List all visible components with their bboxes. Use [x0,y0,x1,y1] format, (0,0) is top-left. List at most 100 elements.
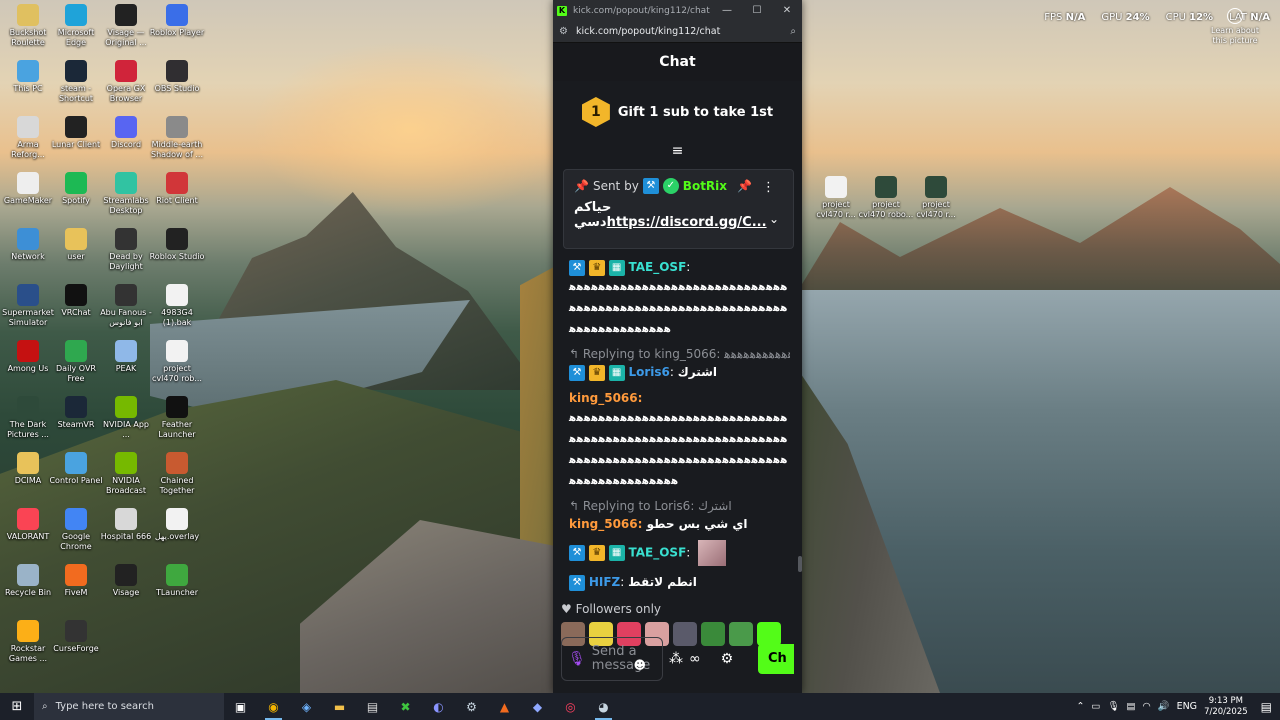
reply-context[interactable]: ↰ Replying to Loris6: اشترك [569,498,790,514]
pinned-message[interactable]: 📌 Sent by ⚒ ✓ BotRix 📌 ⋮ ⌄ حياكم دسيhttp… [563,169,794,249]
desktop-icon[interactable]: Hospital 666 [98,508,154,542]
desktop-icon[interactable]: Microsoft Edge [48,4,104,48]
desktop-icon[interactable]: Roblox Player [149,4,205,38]
chat-message[interactable]: king_5066: ﻫﻫﻫﻫﻫﻫﻫﻫﻫﻫﻫﻫﻫﻫﻫﻫﻫﻫﻫﻫﻫﻫﻫﻫﻫﻫﻫﻫﻫ… [569,388,790,492]
chat-message[interactable]: ⚒ ♛ ▦ TAE_OSF: ﻫﻫﻫﻫﻫﻫﻫﻫﻫﻫﻫﻫﻫﻫﻫﻫﻫﻫﻫﻫﻫﻫﻫﻫﻫ… [569,257,790,340]
chrome-taskbar-icon[interactable]: ◉ [257,693,290,720]
microphone-icon[interactable]: 🎙 [568,652,586,666]
desktop-icon[interactable]: Riot Client [149,172,205,206]
chat-message[interactable]: ↰ Replying to Loris6: اشترك king_5066: ا… [569,498,790,534]
chat-input[interactable]: 🎙 Send a message ☻ [561,637,663,681]
settings-gear-icon[interactable]: ⚙ [721,651,734,667]
minimize-button[interactable]: — [712,5,742,16]
emoji-icon[interactable]: ☻ [633,658,646,672]
wifi-tray-icon[interactable]: ◠ [1142,701,1150,712]
steam-taskbar-icon[interactable]: ⚙ [455,693,488,720]
tray-overflow-icon[interactable]: ⌃ [1076,701,1084,712]
store-taskbar-icon[interactable]: ▤ [356,693,389,720]
desktop-icon[interactable]: Roblox Studio [149,228,205,262]
gift-sub-banner[interactable]: 1 Gift 1 sub to take 1st [553,81,802,143]
maximize-button[interactable]: ☐ [742,5,772,16]
desktop-icon[interactable]: Lunar Client [48,116,104,150]
volume-tray-icon[interactable]: 🔊 [1158,701,1170,712]
task-view-icon[interactable]: ▣ [224,693,257,720]
site-settings-icon[interactable]: ⚙ [559,26,568,37]
desktop-icon[interactable]: Discord [98,116,154,150]
chat-username[interactable]: king_5066 [569,391,638,405]
desktop-icon[interactable]: Google Chrome [48,508,104,552]
chat-username[interactable]: king_5066 [569,517,638,531]
desktop-icon[interactable]: NVIDIA App ... [98,396,154,440]
desktop-icon[interactable]: Streamlabs Desktop [98,172,154,216]
app-taskbar-icon[interactable]: ◆ [521,693,554,720]
desktop-icon[interactable]: CurseForge [48,620,104,654]
subscriber-badge-icon: ▦ [608,259,625,276]
desktop-icon[interactable]: Middle-earth Shadow of ... [149,116,205,160]
desktop-icon[interactable]: SteamVR [48,396,104,430]
desktop-icon[interactable]: يهل.overlay [149,508,205,542]
windows-start-icon[interactable]: ⊞ [0,699,34,714]
desktop-icon[interactable]: FiveM [48,564,104,598]
unpin-icon[interactable]: 📌 [737,179,752,193]
chat-message[interactable]: ⚒ HIFZ: انطم لاتقط [569,572,790,592]
desktop-icon[interactable]: project cvl470 rob... [149,340,205,384]
notifications-icon[interactable]: ▤ [1261,700,1272,714]
url-text[interactable]: kick.com/popout/king112/chat [576,26,790,37]
desktop-icon[interactable]: Daily OVR Free [48,340,104,384]
expand-chevron-icon[interactable]: ⌄ [769,212,779,226]
desktop-icon[interactable]: Visage [98,564,154,598]
desktop-icon[interactable]: steam - Shortcut [48,60,104,104]
chat-scrollbar[interactable] [798,556,802,572]
infinity-icon[interactable]: ∞ [689,651,701,667]
desktop-icon[interactable]: NVIDIA Broadcast [98,452,154,496]
discord-link[interactable]: https://discord.gg/C... [607,215,767,230]
desktop-icon[interactable]: Control Panel [48,452,104,486]
microphone-tray-icon[interactable]: 🎙 [1107,701,1119,712]
fivem-taskbar-icon[interactable]: ▲ [488,693,521,720]
desktop-icon[interactable]: 4983G4 (1).bak [149,284,205,328]
network-tray-icon[interactable]: ▤ [1126,701,1135,712]
taskbar-search[interactable]: ⌕ Type here to search [34,693,224,720]
desktop-icon[interactable]: Dead by Daylight [98,228,154,272]
kicks-icon[interactable]: ⁂ [669,651,683,667]
desktop-icon[interactable]: OBS Studio [149,60,205,94]
xbox-taskbar-icon[interactable]: ✖ [389,693,422,720]
taskbar-clock[interactable]: 9:13 PM 7/20/2025 [1204,696,1248,718]
discord-taskbar-icon[interactable]: ◐ [422,693,455,720]
window-titlebar[interactable]: K kick.com/popout/king112/chat - Goo... … [553,0,802,21]
chat-message[interactable]: ⚒ ♛ ▦ TAE_OSF: [569,540,790,566]
zoom-icon[interactable]: ⌕ [790,26,796,37]
address-bar[interactable]: ⚙ kick.com/popout/king112/chat ⌕ [553,21,802,43]
desktop-icon[interactable]: project cvl470 r... [808,176,864,220]
desktop-icon[interactable]: project cvl470 r... [908,176,964,220]
desktop-icon[interactable]: Feather Launcher [149,396,205,440]
close-button[interactable]: ✕ [772,5,802,16]
desktop-icon[interactable]: Visage — Original ... [98,4,154,48]
desktop-icon[interactable]: Chained Together [149,452,205,496]
chat-message[interactable]: ↰ Replying to king_5066: ﻫﻫﻫﻫﻫﻫﻫﻫﻫﻫﻫ... … [569,346,790,382]
more-options-icon[interactable]: ⋮ [762,180,775,195]
copilot-taskbar-icon[interactable]: ◈ [290,693,323,720]
language-indicator[interactable]: ENG [1177,701,1197,712]
chat-username[interactable]: TAE_OSF [628,260,686,274]
desktop-icon[interactable]: project cvl470 robo... [858,176,914,220]
meet-now-icon[interactable]: ▭ [1091,701,1100,712]
opera-gx-taskbar-icon[interactable]: ◎ [554,693,587,720]
pinned-sender[interactable]: BotRix [683,179,727,193]
steam-running-taskbar-icon[interactable]: ◕ [587,693,620,720]
learn-about-picture[interactable]: Learn about this picture [1204,8,1266,46]
desktop-icon[interactable]: TLauncher [149,564,205,598]
filter-icon[interactable]: ≡ [553,143,802,165]
desktop-icon[interactable]: VRChat [48,284,104,318]
send-chat-button[interactable]: Ch [758,644,794,674]
chat-username[interactable]: HIFZ [589,575,620,589]
desktop-icon[interactable]: PEAK [98,340,154,374]
desktop-icon[interactable]: Abu Fanous - ابو فانوس [98,284,154,328]
chat-username[interactable]: Loris6 [628,365,669,379]
desktop-icon[interactable]: user [48,228,104,262]
reply-context[interactable]: ↰ Replying to king_5066: ﻫﻫﻫﻫﻫﻫﻫﻫﻫﻫﻫ... [569,346,790,362]
chat-username[interactable]: TAE_OSF [628,546,686,560]
desktop-icon[interactable]: Spotify [48,172,104,206]
file-explorer-taskbar-icon[interactable]: ▬ [323,693,356,720]
desktop-icon[interactable]: Opera GX Browser [98,60,154,104]
